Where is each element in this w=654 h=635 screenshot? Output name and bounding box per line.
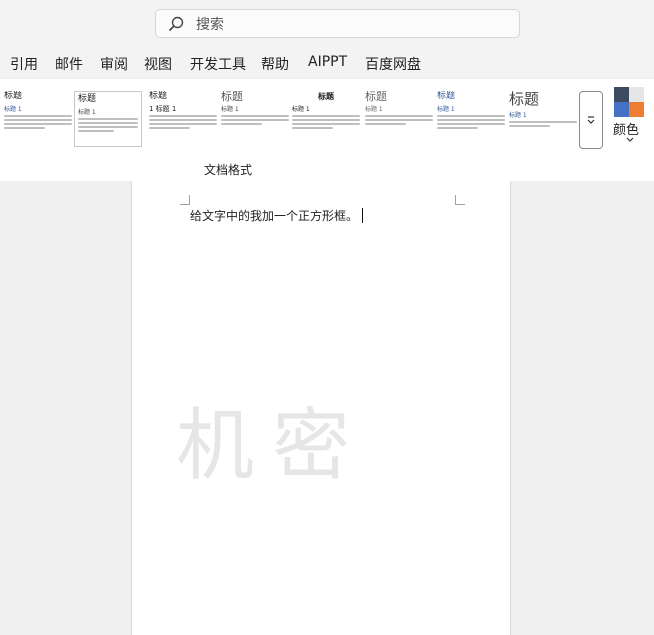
menu-baidu-netdisk[interactable]: 百度网盘 (365, 54, 421, 74)
document-area: 给文字中的我加一个正方形框。 机密 (0, 181, 654, 635)
style-subtitle: 标题 1 (365, 106, 383, 113)
style-set-thumbnail[interactable]: 标题 标题 1 (4, 91, 72, 147)
chevron-down-icon[interactable] (625, 136, 635, 144)
menu-review[interactable]: 审阅 (100, 54, 128, 74)
style-set-thumbnail[interactable]: 标题 标题 1 (365, 91, 433, 147)
style-subtitle: 标题 1 (292, 106, 310, 113)
style-title: 标题 (365, 91, 387, 103)
body-text: 给文字中的我加一个正方形框。 (190, 209, 359, 223)
style-title: 标题 (437, 91, 456, 101)
style-subtitle: 标题 1 (437, 106, 455, 113)
style-title: 标题 (509, 91, 540, 108)
menu-references[interactable]: 引用 (10, 54, 38, 74)
style-set-thumbnail[interactable]: 标题 标题 1 (509, 91, 577, 147)
menu-help[interactable]: 帮助 (261, 54, 289, 74)
style-title: 标题 (149, 91, 168, 101)
style-subtitle: 标题 1 (221, 106, 239, 113)
menu-view[interactable]: 视图 (144, 54, 172, 74)
menu-aippt[interactable]: AIPPT (308, 54, 347, 70)
style-subtitle: 标题 1 (4, 106, 22, 113)
chevron-down-more-icon (587, 116, 595, 124)
style-set-thumbnail[interactable]: 标题 1 标题 1 (149, 91, 217, 147)
menu-mailings[interactable]: 邮件 (55, 54, 83, 74)
style-set-thumbnail[interactable]: 标题 标题 1 (437, 91, 505, 147)
search-placeholder: 搜索 (196, 16, 224, 33)
search-box[interactable]: 搜索 (155, 9, 520, 38)
menu-developer[interactable]: 开发工具 (190, 54, 246, 74)
style-subtitle: 标题 1 (509, 112, 527, 119)
style-set-thumbnail[interactable]: 标题 标题 1 (221, 91, 289, 147)
style-title: 标题 (221, 91, 243, 103)
style-title: 标题 (78, 94, 97, 104)
title-bar: 搜索 (0, 0, 654, 47)
crop-mark (180, 195, 190, 205)
body-text-line[interactable]: 给文字中的我加一个正方形框。 (190, 207, 364, 224)
document-page[interactable]: 给文字中的我加一个正方形框。 机密 (131, 181, 511, 635)
theme-colors-icon[interactable] (614, 87, 645, 117)
style-gallery-more-button[interactable] (579, 91, 603, 149)
style-subtitle: 1 标题 1 (149, 105, 177, 113)
style-set-thumbnail[interactable]: 标题 标题 1 (292, 91, 360, 147)
watermark: 机密 (176, 401, 369, 491)
text-cursor (362, 208, 364, 223)
style-set-thumbnail-selected[interactable]: 标题 标题 1 (74, 91, 142, 147)
style-title: 标题 (4, 91, 23, 101)
ribbon: 标题 标题 1 标题 标题 1 标题 1 标题 1 标题 标题 1 标题 标题 … (0, 79, 654, 181)
menu-bar: 引用 邮件 审阅 视图 开发工具 帮助 AIPPT 百度网盘 (0, 47, 654, 79)
crop-mark (455, 195, 465, 205)
style-title: 标题 (318, 92, 334, 101)
group-label: 文档格式 (204, 163, 253, 177)
style-subtitle: 标题 1 (78, 109, 96, 116)
search-icon (168, 16, 184, 31)
